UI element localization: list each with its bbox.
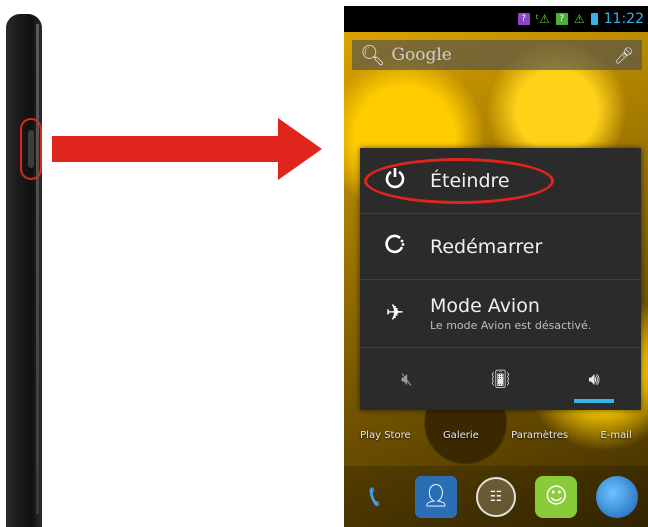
status-bar: ? ᵗ⚠ ? ⚠ 11:22 xyxy=(344,6,648,32)
phone-screen: ? ᵗ⚠ ? ⚠ 11:22 🔍︎ Google 🎤︎ Éteindre Red… xyxy=(344,6,648,527)
contacts-icon[interactable]: 👤︎ xyxy=(414,475,457,518)
power-key-highlight-ring xyxy=(20,118,42,180)
app-label[interactable]: E-mail xyxy=(600,430,631,441)
sound-on-icon: 🔊︎ xyxy=(588,368,600,390)
vibrate-icon: 📳︎ xyxy=(489,368,512,390)
phone-icon[interactable]: 📞︎ xyxy=(354,476,396,518)
airplane-mode-text: Mode Avion Le mode Avion est désactivé. xyxy=(408,295,591,332)
messaging-icon[interactable]: ☺ xyxy=(535,475,578,518)
app-label[interactable]: Galerie xyxy=(443,430,479,441)
mute-button[interactable]: 🔇︎ xyxy=(377,359,437,399)
dock: 📞︎ 👤︎ ☷ ☺ xyxy=(344,466,648,527)
power-off-highlight-ring xyxy=(364,158,554,204)
google-search-bar[interactable]: 🔍︎ Google 🎤︎ xyxy=(352,40,642,70)
clock: 11:22 xyxy=(603,11,644,27)
sound-on-button[interactable]: 🔊︎ xyxy=(564,359,624,403)
app-label[interactable]: Play Store xyxy=(360,430,410,441)
battery-icon xyxy=(590,13,598,25)
airplane-mode-option[interactable]: ✈ Mode Avion Le mode Avion est désactivé… xyxy=(360,280,641,348)
signal-icon: ᵗ⚠ xyxy=(535,12,550,26)
vibrate-button[interactable]: 📳︎ xyxy=(470,359,530,399)
sim1-badge: ? xyxy=(517,13,530,25)
reboot-icon xyxy=(382,233,408,261)
mute-icon: 🔇︎ xyxy=(401,368,413,390)
reboot-label: Redémarrer xyxy=(430,235,543,258)
power-options-dialog: Éteindre Redémarrer ✈ Mode Avion Le mode… xyxy=(360,148,641,410)
airplane-icon: ✈ xyxy=(385,301,405,326)
browser-icon[interactable] xyxy=(596,475,639,518)
phone-side-view xyxy=(6,14,42,527)
power-off-option[interactable]: Éteindre xyxy=(360,148,641,214)
microphone-icon[interactable]: 🎤︎ xyxy=(614,46,634,65)
search-label: Google xyxy=(391,45,452,65)
airplane-mode-status: Le mode Avion est désactivé. xyxy=(430,319,592,332)
app-label[interactable]: Paramètres xyxy=(511,430,568,441)
app-drawer-icon[interactable]: ☷ xyxy=(475,476,516,517)
sound-mode-row: 🔇︎ 📳︎ 🔊︎ xyxy=(360,348,641,410)
reboot-option[interactable]: Redémarrer xyxy=(360,214,641,280)
airplane-mode-label: Mode Avion xyxy=(430,295,540,317)
phone-edge-highlight xyxy=(36,24,39,514)
signal-icon: ⚠ xyxy=(573,12,585,26)
search-icon: 🔍︎ xyxy=(360,43,386,67)
app-labels-row: Play Store Galerie Paramètres E-mail xyxy=(344,430,648,441)
sim2-badge: ? xyxy=(555,13,568,25)
red-arrow xyxy=(52,118,322,180)
